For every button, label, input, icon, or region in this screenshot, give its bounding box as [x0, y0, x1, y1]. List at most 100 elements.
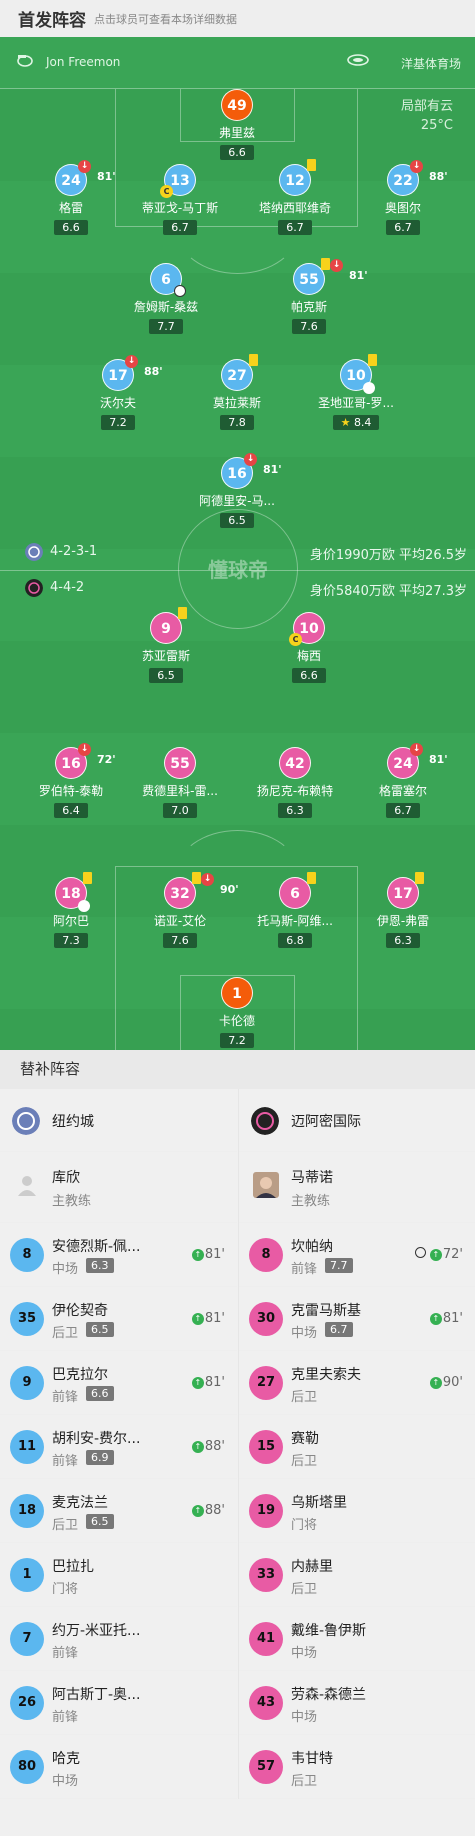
player-position: 中场 — [291, 1646, 318, 1661]
player-name: 沃尔夫 — [99, 396, 136, 410]
bench-player-row[interactable]: 35 伊伦契奇 后卫 6.5 ↑ 81' — [0, 1287, 237, 1351]
bench-player-row[interactable]: 26 阿古斯丁-奥... 前锋 — [0, 1671, 237, 1735]
bench-player-row[interactable]: 8 安德烈斯-佩... 中场 6.3 ↑ 81' — [0, 1223, 237, 1287]
sub-minute: 72' — [97, 753, 116, 766]
bench-player-row[interactable]: 1 巴拉扎 门将 — [0, 1543, 237, 1607]
away-team-header[interactable]: 迈阿密国际 — [239, 1089, 475, 1152]
away-player-1[interactable]: 1 卡伦德 7.2 — [182, 977, 292, 1048]
home-bench-column: 纽约城 库欣 主教练 8 安德烈斯-佩... 中场 6.3 ↑ 81' 35 伊伦契奇 后卫 6.… — [0, 1089, 237, 1799]
away-player-24[interactable]: 24 ↓ 81' 格雷塞尔 6.7 — [348, 743, 458, 818]
player-name: 劳森-森德兰 — [291, 1687, 367, 1703]
player-number: 8 — [10, 1238, 44, 1272]
home-player-22[interactable]: 22 ↓ 88' 奥图尔 6.7 — [348, 160, 458, 235]
away-formation: 4-4-2 — [50, 580, 85, 595]
bench-player-row[interactable]: 57 韦甘特 后卫 — [239, 1735, 475, 1799]
player-rating: 7.0 — [163, 803, 197, 818]
home-player-12[interactable]: 12 塔纳西耶维奇 6.7 — [240, 159, 350, 235]
player-rating: 6.6 — [292, 668, 326, 683]
player-position: 前锋 — [52, 1646, 79, 1661]
bench-player-row[interactable]: 18 麦克法兰 后卫 6.5 ↑ 88' — [0, 1479, 237, 1543]
bench-player-row[interactable]: 33 内赫里 后卫 — [239, 1543, 475, 1607]
player-number: 33 — [249, 1558, 283, 1592]
referee-name: Jon Freemon — [46, 55, 121, 69]
bench-player-row[interactable]: 15 赛勒 后卫 — [239, 1415, 475, 1479]
bench-player-row[interactable]: 27 克里夫索夫 后卫 ↑ 90' — [239, 1351, 475, 1415]
away-coach-row[interactable]: 马蒂诺 主教练 — [239, 1152, 475, 1223]
whistle-icon — [17, 55, 33, 67]
player-number: 41 — [249, 1622, 283, 1656]
player-rating: 7.7 — [325, 1258, 353, 1273]
player-name: 乌斯塔里 — [291, 1495, 347, 1511]
away-team-name: 迈阿密国际 — [291, 1114, 361, 1130]
star-icon: ★ — [340, 416, 351, 429]
bench-player-row[interactable]: 9 巴克拉尔 前锋 6.6 ↑ 81' — [0, 1351, 237, 1415]
weather-info: 局部有云 25°C — [401, 97, 453, 135]
player-number: 8 — [249, 1238, 283, 1272]
away-player-18[interactable]: 18 阿尔巴 7.3 — [16, 872, 126, 948]
bench-player-row[interactable]: 41 戴维-鲁伊斯 中场 — [239, 1607, 475, 1671]
home-player-10[interactable]: 10 圣地亚哥-罗... ★ 8.4 — [301, 354, 411, 430]
player-number: 1 — [10, 1558, 44, 1592]
goal-ball-icon — [414, 1247, 426, 1258]
bench-player-row[interactable]: 30 克雷马斯基 中场 6.7 ↑ 81' — [239, 1287, 475, 1351]
sub-out-icon: ↓ — [201, 873, 214, 886]
sub-out-icon: ↓ — [125, 355, 138, 368]
home-player-6[interactable]: 6 詹姆斯-桑兹 7.7 — [111, 263, 221, 334]
yellow-card-icon — [192, 872, 201, 884]
sub-minute: 81' — [204, 1247, 225, 1262]
away-player-9[interactable]: 9 苏亚雷斯 6.5 — [111, 607, 221, 683]
away-bench-column: 迈阿密国际 马蒂诺 主教练 8 坎帕纳 前锋 7.7 ↑ 72' 30 克雷马斯基 中场 6.7 ↑… — [238, 1089, 475, 1799]
away-player-6[interactable]: 6 托马斯-阿维... 6.8 — [240, 872, 350, 948]
player-number: 15 — [249, 1430, 283, 1464]
player-number: 35 — [10, 1302, 44, 1336]
away-player-10[interactable]: 10 C 梅西 6.6 — [254, 612, 364, 683]
sub-in-info: ↑ 81' — [191, 1375, 225, 1390]
sub-in-icon: ↑ — [191, 1505, 204, 1517]
player-name: 伊恩-弗雷 — [376, 914, 430, 928]
bench-player-row[interactable]: 80 哈克 中场 — [0, 1735, 237, 1799]
away-player-42[interactable]: 42 扬尼克-布赖特 6.3 — [240, 747, 350, 818]
player-rating: 7.3 — [54, 933, 88, 948]
player-number: 30 — [249, 1302, 283, 1336]
player-name: 弗里兹 — [218, 126, 255, 140]
player-name: 扬尼克-布赖特 — [256, 784, 334, 798]
home-player-49[interactable]: 49 弗里兹 6.6 — [182, 89, 292, 160]
sub-minute: 90' — [220, 883, 239, 896]
home-player-55[interactable]: 55 ↓ 81' 帕克斯 7.6 — [254, 258, 368, 334]
player-name: 麦克法兰 — [52, 1495, 108, 1511]
home-player-17[interactable]: 17 ↓ 88' 沃尔夫 7.2 — [63, 355, 173, 430]
bench-section-title: 替补阵容 — [0, 1050, 475, 1089]
away-player-32[interactable]: 32 ↓ 90' 诺亚-艾伦 7.6 — [125, 872, 239, 948]
home-player-27[interactable]: 27 莫拉莱斯 7.8 — [182, 354, 292, 430]
yellow-card-icon — [415, 872, 424, 884]
bench-player-row[interactable]: 8 坎帕纳 前锋 7.7 ↑ 72' — [239, 1223, 475, 1287]
player-position: 后卫 — [291, 1390, 318, 1405]
sub-minute: 88' — [204, 1503, 225, 1518]
home-player-13[interactable]: 13 C 蒂亚戈-马丁斯 6.7 — [125, 164, 235, 235]
sub-in-icon: ↑ — [429, 1249, 442, 1261]
player-rating: 6.4 — [54, 803, 88, 818]
away-player-55[interactable]: 55 费德里科-雷... 7.0 — [125, 747, 235, 818]
away-player-16[interactable]: 16 ↓ 72' 罗伯特-泰勒 6.4 — [16, 743, 126, 818]
player-position: 中场 — [52, 1262, 79, 1277]
sub-in-info: ↑ 88' — [191, 1439, 225, 1454]
away-value: 身价5840万欧 平均27.3岁 — [309, 584, 467, 599]
bench-player-row[interactable]: 7 约万-米亚托... 前锋 — [0, 1607, 237, 1671]
player-name: 莫拉莱斯 — [212, 396, 261, 410]
bench-player-row[interactable]: 19 乌斯塔里 门将 — [239, 1479, 475, 1543]
player-rating: 6.5 — [86, 1322, 114, 1337]
home-player-16[interactable]: 16 ↓ 81' 阿德里安-马... 6.5 — [182, 453, 292, 528]
sub-in-icon: ↑ — [429, 1313, 442, 1325]
home-team-header[interactable]: 纽约城 — [0, 1089, 237, 1152]
player-number: 57 — [249, 1750, 283, 1784]
yellow-card-icon — [249, 354, 258, 366]
away-player-17[interactable]: 17 伊恩-弗雷 6.3 — [348, 872, 458, 948]
player-rating: 6.3 — [386, 933, 420, 948]
home-coach-row[interactable]: 库欣 主教练 — [0, 1152, 237, 1223]
away-team-badge-icon — [25, 579, 43, 597]
bench-player-row[interactable]: 11 胡利安-费尔... 前锋 6.9 ↑ 88' — [0, 1415, 237, 1479]
player-number: 27 — [249, 1366, 283, 1400]
home-player-24[interactable]: 24 ↓ 81' 格雷 6.6 — [16, 160, 126, 235]
bench-player-row[interactable]: 43 劳森-森德兰 中场 — [239, 1671, 475, 1735]
player-name: 诺亚-艾伦 — [153, 914, 207, 928]
